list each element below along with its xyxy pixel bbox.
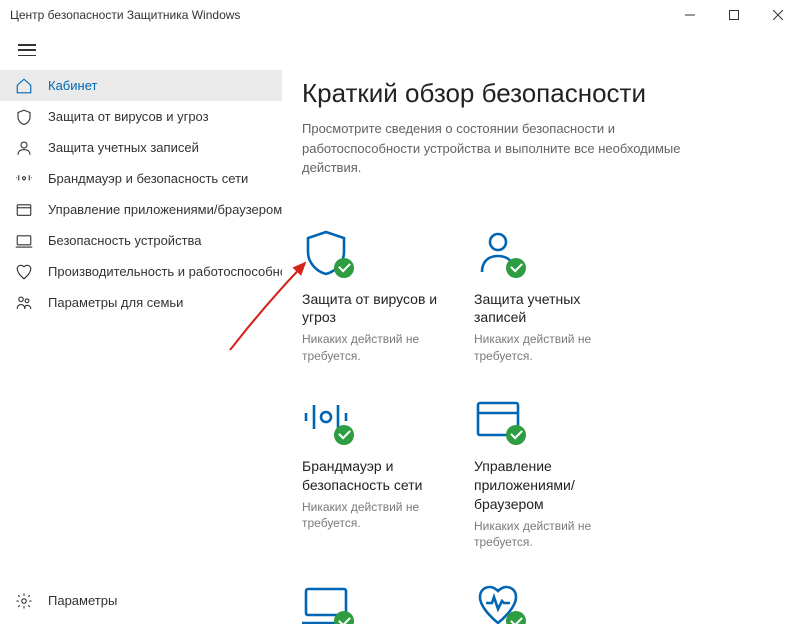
home-icon bbox=[14, 76, 34, 96]
sidebar-item-family[interactable]: Параметры для семьи bbox=[0, 287, 282, 318]
sidebar-item-label: Защита от вирусов и угроз bbox=[48, 109, 209, 124]
tile-icon-wrap bbox=[302, 228, 350, 276]
close-button[interactable] bbox=[756, 0, 800, 30]
sidebar-item-label: Управление приложениями/браузером bbox=[48, 202, 282, 217]
tile-icon-wrap bbox=[302, 395, 350, 443]
sidebar-item-settings[interactable]: Параметры bbox=[0, 585, 282, 616]
tile-app-browser[interactable]: Управление приложениями/браузером Никаки… bbox=[474, 395, 626, 551]
tile-virus[interactable]: Защита от вирусов и угроз Никаких действ… bbox=[302, 228, 454, 365]
sidebar-item-performance[interactable]: Производительность и работоспособность bbox=[0, 256, 282, 287]
tile-title: Защита от вирусов и угроз bbox=[302, 290, 454, 328]
tile-status: Никаких действий не требуется. bbox=[474, 518, 626, 552]
sidebar-item-app-browser[interactable]: Управление приложениями/браузером bbox=[0, 194, 282, 225]
network-icon bbox=[14, 169, 34, 189]
checkmark-icon bbox=[506, 258, 526, 278]
tile-status: Никаких действий не требуется. bbox=[474, 331, 626, 365]
tiles-grid: Защита от вирусов и угроз Никаких действ… bbox=[302, 228, 780, 624]
tile-icon-wrap bbox=[474, 228, 522, 276]
shield-icon bbox=[14, 107, 34, 127]
heart-icon bbox=[14, 262, 34, 282]
checkmark-icon bbox=[506, 425, 526, 445]
checkmark-icon bbox=[506, 611, 526, 624]
checkmark-icon bbox=[334, 425, 354, 445]
minimize-button[interactable] bbox=[668, 0, 712, 30]
sidebar-item-label: Параметры для семьи bbox=[48, 295, 183, 310]
tile-device-sec[interactable]: Безопасность устройства Никаких действий… bbox=[302, 581, 454, 624]
page-title: Краткий обзор безопасности bbox=[302, 78, 780, 109]
tile-title: Защита учетных записей bbox=[474, 290, 626, 328]
sidebar-item-account[interactable]: Защита учетных записей bbox=[0, 132, 282, 163]
checkmark-icon bbox=[334, 611, 354, 624]
sidebar-item-firewall[interactable]: Брандмауэр и безопасность сети bbox=[0, 163, 282, 194]
maximize-icon bbox=[729, 10, 739, 20]
sidebar-item-virus[interactable]: Защита от вирусов и угроз bbox=[0, 101, 282, 132]
tile-firewall[interactable]: Брандмауэр и безопасность сети Никаких д… bbox=[302, 395, 454, 551]
device-icon bbox=[14, 231, 34, 251]
window-title: Центр безопасности Защитника Windows bbox=[10, 8, 240, 22]
sidebar-item-device-sec[interactable]: Безопасность устройства bbox=[0, 225, 282, 256]
hamburger-menu[interactable] bbox=[0, 30, 800, 70]
window-controls bbox=[668, 0, 800, 30]
tile-performance[interactable]: Производительность и работоспособность у… bbox=[474, 581, 626, 624]
tile-icon-wrap bbox=[474, 395, 522, 443]
page-subtitle: Просмотрите сведения о состоянии безопас… bbox=[302, 119, 682, 178]
main-content: Краткий обзор безопасности Просмотрите с… bbox=[282, 70, 800, 624]
sidebar-item-label: Безопасность устройства bbox=[48, 233, 202, 248]
sidebar-item-home[interactable]: Кабинет bbox=[0, 70, 282, 101]
minimize-icon bbox=[685, 10, 695, 20]
sidebar: Кабинет Защита от вирусов и угроз Защита… bbox=[0, 70, 282, 624]
app-browser-icon bbox=[14, 200, 34, 220]
sidebar-item-label: Брандмауэр и безопасность сети bbox=[48, 171, 248, 186]
tile-icon-wrap bbox=[302, 581, 350, 624]
titlebar: Центр безопасности Защитника Windows bbox=[0, 0, 800, 30]
gear-icon bbox=[14, 591, 34, 611]
tile-account[interactable]: Защита учетных записей Никаких действий … bbox=[474, 228, 626, 365]
checkmark-icon bbox=[334, 258, 354, 278]
sidebar-item-label: Производительность и работоспособность bbox=[48, 264, 282, 279]
sidebar-item-label: Защита учетных записей bbox=[48, 140, 199, 155]
sidebar-item-label: Параметры bbox=[48, 593, 117, 608]
account-icon bbox=[14, 138, 34, 158]
tile-title: Брандмауэр и безопасность сети bbox=[302, 457, 454, 495]
close-icon bbox=[773, 10, 783, 20]
tile-icon-wrap bbox=[474, 581, 522, 624]
sidebar-item-label: Кабинет bbox=[48, 78, 97, 93]
tile-status: Никаких действий не требуется. bbox=[302, 499, 454, 533]
maximize-button[interactable] bbox=[712, 0, 756, 30]
hamburger-icon bbox=[18, 44, 36, 56]
family-icon bbox=[14, 293, 34, 313]
tile-title: Управление приложениями/браузером bbox=[474, 457, 626, 514]
tile-status: Никаких действий не требуется. bbox=[302, 331, 454, 365]
